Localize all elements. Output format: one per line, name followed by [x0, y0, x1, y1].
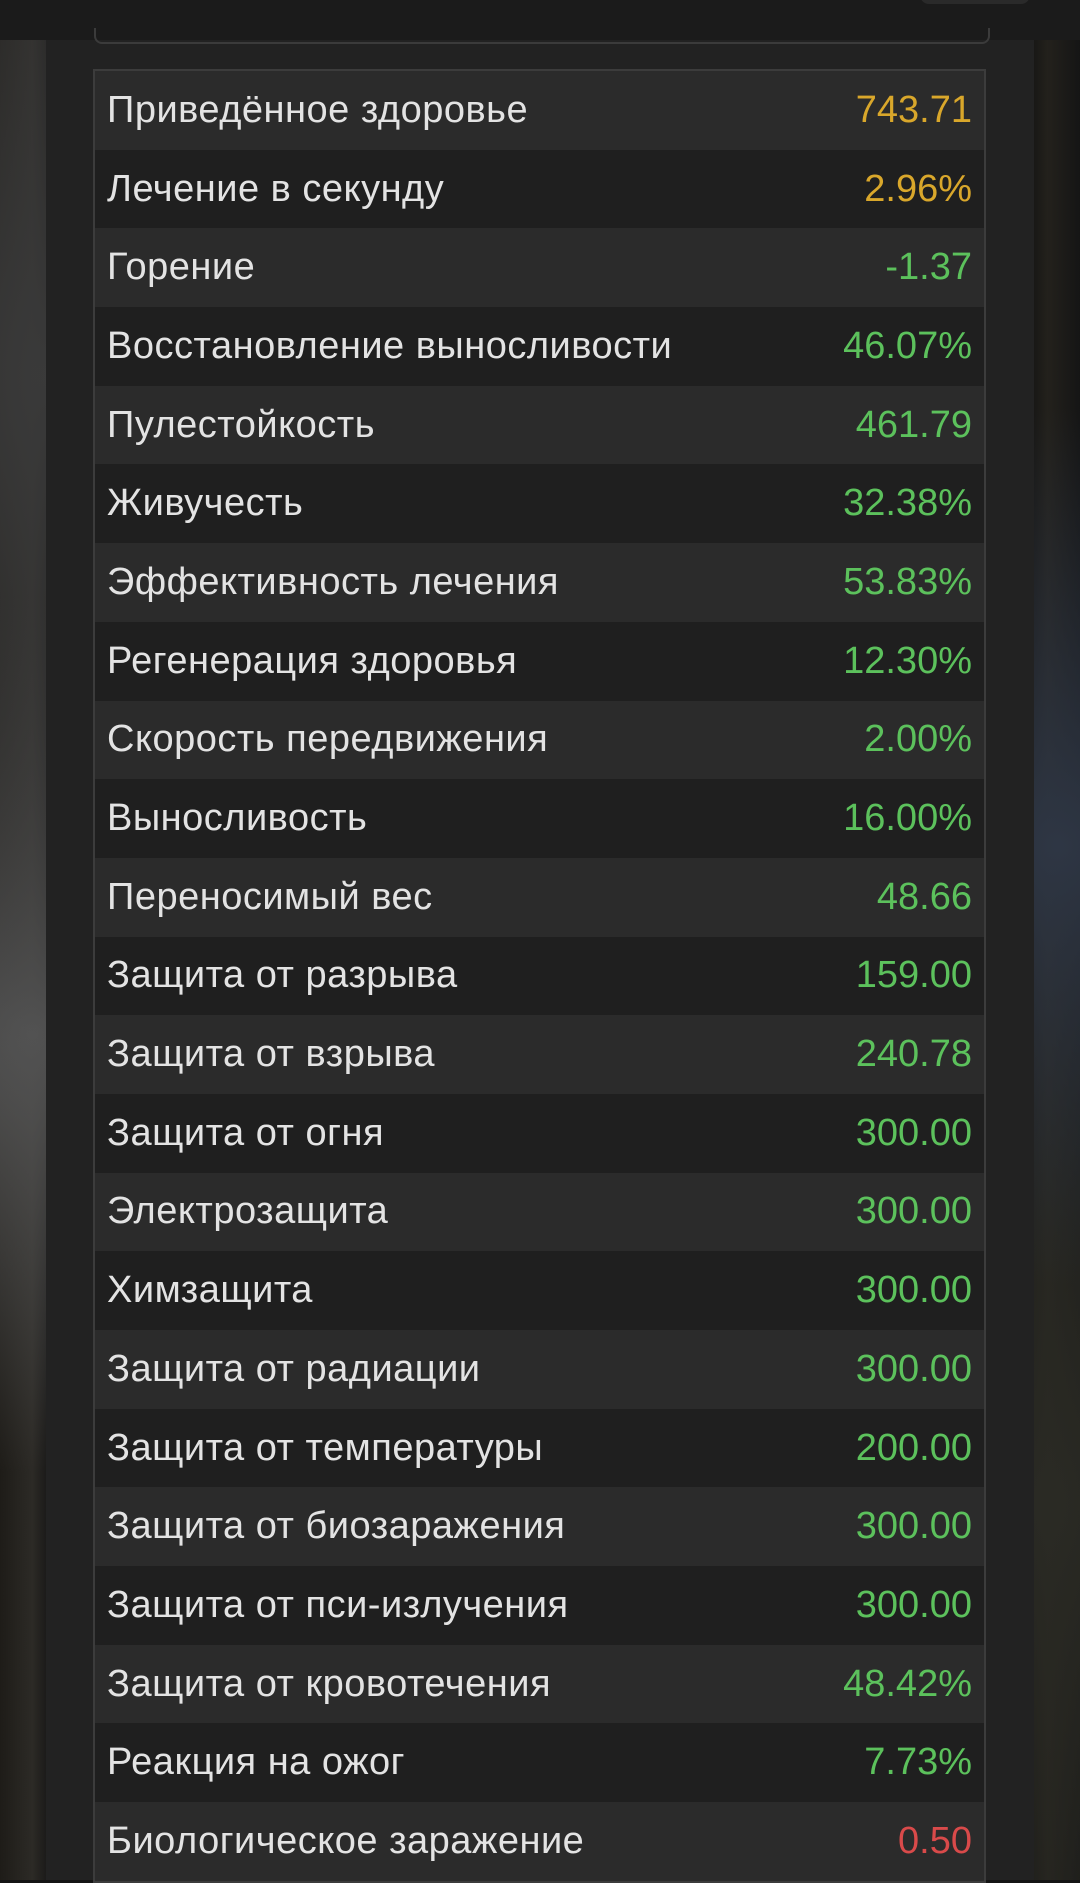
stat-label: Регенерация здоровья	[107, 639, 518, 682]
stat-value: 159.00	[855, 954, 972, 997]
stat-label: Приведённое здоровье	[107, 88, 529, 131]
stat-value: 16.00%	[843, 797, 972, 840]
stat-label: Горение	[107, 246, 256, 289]
stat-row: Переносимый вес 48.66	[95, 857, 984, 937]
stat-row: Защита от взрыва 240.78	[95, 1015, 984, 1094]
stat-value: 2.96%	[864, 167, 972, 210]
stat-label: Защита от разрыва	[107, 954, 458, 997]
stat-row: Эффективность лечения 53.83%	[95, 543, 984, 622]
top-bar-pill	[920, 0, 1030, 4]
stat-label: Химзащита	[107, 1269, 313, 1312]
stat-value: 300.00	[855, 1269, 972, 1312]
stat-value: 0.50	[898, 1819, 972, 1862]
stat-label: Электрозащита	[107, 1190, 389, 1233]
stat-row: Восстановление выносливости 46.07%	[95, 307, 984, 386]
stat-value: 12.30%	[843, 639, 972, 682]
stat-label: Биологическое заражение	[107, 1819, 585, 1862]
stat-label: Эффективность лечения	[107, 560, 559, 603]
stat-value: 46.07%	[843, 324, 972, 367]
stat-value: 32.38%	[843, 482, 972, 525]
stat-label: Защита от огня	[107, 1111, 385, 1154]
stat-label: Выносливость	[107, 797, 368, 840]
stat-value: 461.79	[855, 403, 972, 446]
stat-label: Защита от взрыва	[107, 1033, 436, 1076]
stat-label: Пулестойкость	[107, 403, 376, 446]
stat-row: Регенерация здоровья 12.30%	[95, 621, 984, 701]
stat-value: 48.66	[876, 875, 972, 918]
stat-label: Скорость передвижения	[107, 718, 549, 761]
stat-value: 300.00	[855, 1505, 972, 1548]
stat-row: Пулестойкость 461.79	[95, 385, 984, 465]
stat-value: 53.83%	[843, 560, 972, 603]
stat-label: Защита от биозаражения	[107, 1505, 566, 1548]
stat-row: Защита от разрыва 159.00	[95, 936, 984, 1016]
stat-value: 7.73%	[864, 1741, 972, 1784]
stat-row: Лечение в секунду 2.96%	[95, 149, 984, 229]
stat-label: Живучесть	[107, 482, 304, 525]
stats-table: Приведённое здоровье 743.71 Лечение в секу…	[93, 69, 986, 1883]
stat-label: Защита от температуры	[107, 1426, 544, 1469]
stat-value: 300.00	[855, 1190, 972, 1233]
stat-value: 300.00	[855, 1347, 972, 1390]
stat-value: 2.00%	[864, 718, 972, 761]
stat-label: Защита от радиации	[107, 1347, 481, 1390]
stat-row: Электрозащита 300.00	[95, 1172, 984, 1252]
stat-label: Защита от кровотечения	[107, 1662, 552, 1705]
stat-row: Биологическое заражение 0.50	[95, 1802, 984, 1881]
stat-row: Защита от огня 300.00	[95, 1093, 984, 1173]
stat-value: 743.71	[855, 88, 972, 131]
stat-row: Защита от радиации 300.00	[95, 1330, 984, 1409]
stat-row: Приведённое здоровье 743.71	[95, 71, 984, 150]
stat-label: Защита от пси-излучения	[107, 1583, 569, 1626]
stat-value: 48.42%	[843, 1662, 972, 1705]
stat-value: 300.00	[855, 1583, 972, 1626]
stat-row: Скорость передвижения 2.00%	[95, 700, 984, 780]
stat-row: Химзащита 300.00	[95, 1251, 984, 1330]
stat-row: Горение -1.37	[95, 228, 984, 308]
stat-row: Защита от пси-излучения 300.00	[95, 1566, 984, 1645]
stat-label: Переносимый вес	[107, 875, 433, 918]
stat-row: Защита от биозаражения 300.00	[95, 1487, 984, 1567]
stat-label: Реакция на ожог	[107, 1741, 405, 1784]
stat-label: Восстановление выносливости	[107, 324, 673, 367]
stat-value: 200.00	[855, 1426, 972, 1469]
stat-label: Лечение в секунду	[107, 167, 445, 210]
stat-row: Живучесть 32.38%	[95, 464, 984, 544]
stat-value: -1.37	[885, 246, 972, 289]
stat-row: Защита от температуры 200.00	[95, 1408, 984, 1488]
panel-header-edge	[94, 28, 990, 44]
stat-row: Выносливость 16.00%	[95, 779, 984, 858]
stat-value: 300.00	[855, 1111, 972, 1154]
stat-row: Защита от кровотечения 48.42%	[95, 1644, 984, 1724]
stat-row: Реакция на ожог 7.73%	[95, 1723, 984, 1803]
stat-value: 240.78	[855, 1033, 972, 1076]
